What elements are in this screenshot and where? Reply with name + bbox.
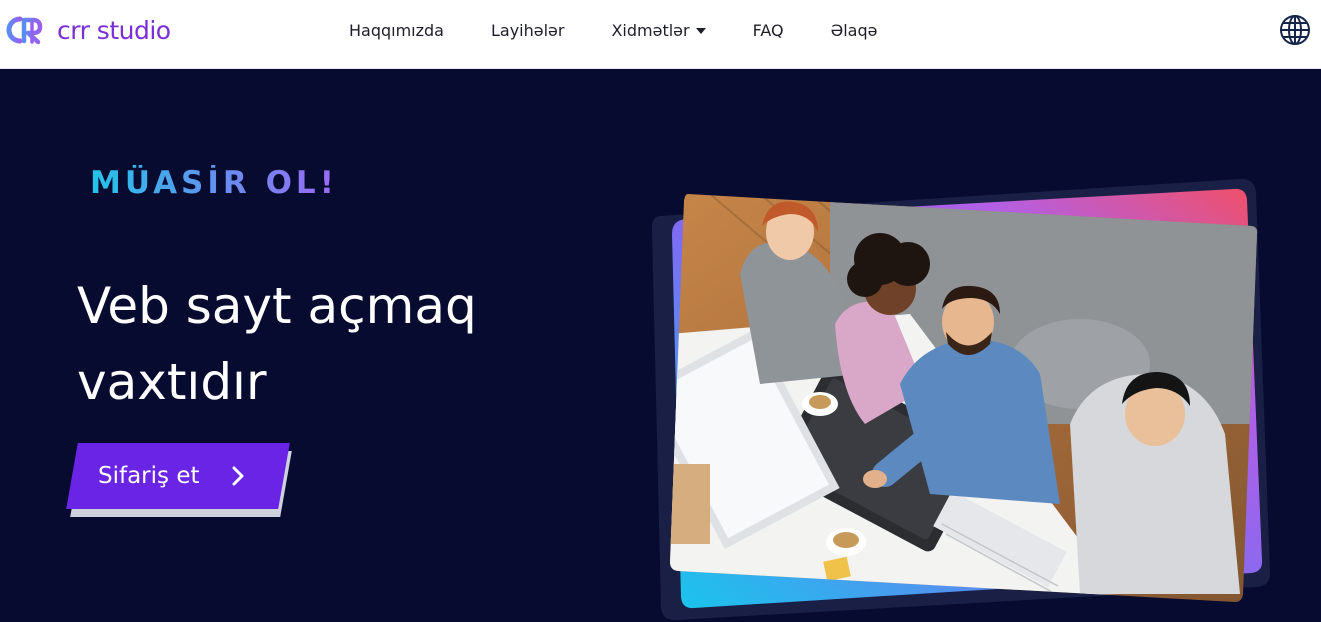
crr-logo-icon [6, 16, 43, 45]
hero-eyebrow: MÜASİR OL! [90, 165, 338, 201]
nav-item-label: Layihələr [490, 21, 565, 40]
order-button-label: Sifariş et [98, 463, 200, 489]
nav-item-label: Xidmətlər [611, 21, 690, 40]
nav-item-faq[interactable]: FAQ [753, 19, 784, 43]
team-photo [670, 194, 1258, 602]
hero-image [651, 178, 1271, 621]
order-button[interactable]: Sifariş et [66, 443, 290, 509]
nav-item-services[interactable]: Xidmətlər [611, 19, 706, 43]
chevron-right-icon [232, 466, 243, 486]
nav-item-projects[interactable]: Layihələr [491, 19, 564, 43]
brand-logo[interactable]: crr studio [5, 13, 171, 47]
nav-item-contact[interactable]: Əlaqə [831, 19, 878, 43]
hero-section: MÜASİR OL! Veb sayt açmaq vaxtıdır Sifar… [0, 69, 1321, 621]
hero-headline: Veb sayt açmaq vaxtıdır [77, 277, 477, 411]
order-button-content: Sifariş et [72, 463, 284, 489]
order-button-wrapper: Sifariş et [66, 443, 292, 517]
caret-down-icon [695, 28, 706, 34]
nav-item-label: Haqqımızda [349, 21, 444, 40]
top-navbar: crr studio Haqqımızda Layihələr Xidmətlə… [0, 0, 1321, 69]
main-nav: Haqqımızda Layihələr Xidmətlər FAQ Əlaqə [349, 19, 877, 43]
nav-item-label: FAQ [752, 21, 784, 40]
globe-icon[interactable] [1279, 14, 1311, 46]
nav-item-label: Əlaqə [830, 21, 878, 40]
nav-item-about[interactable]: Haqqımızda [349, 19, 444, 43]
brand-name: crr studio [57, 15, 171, 45]
